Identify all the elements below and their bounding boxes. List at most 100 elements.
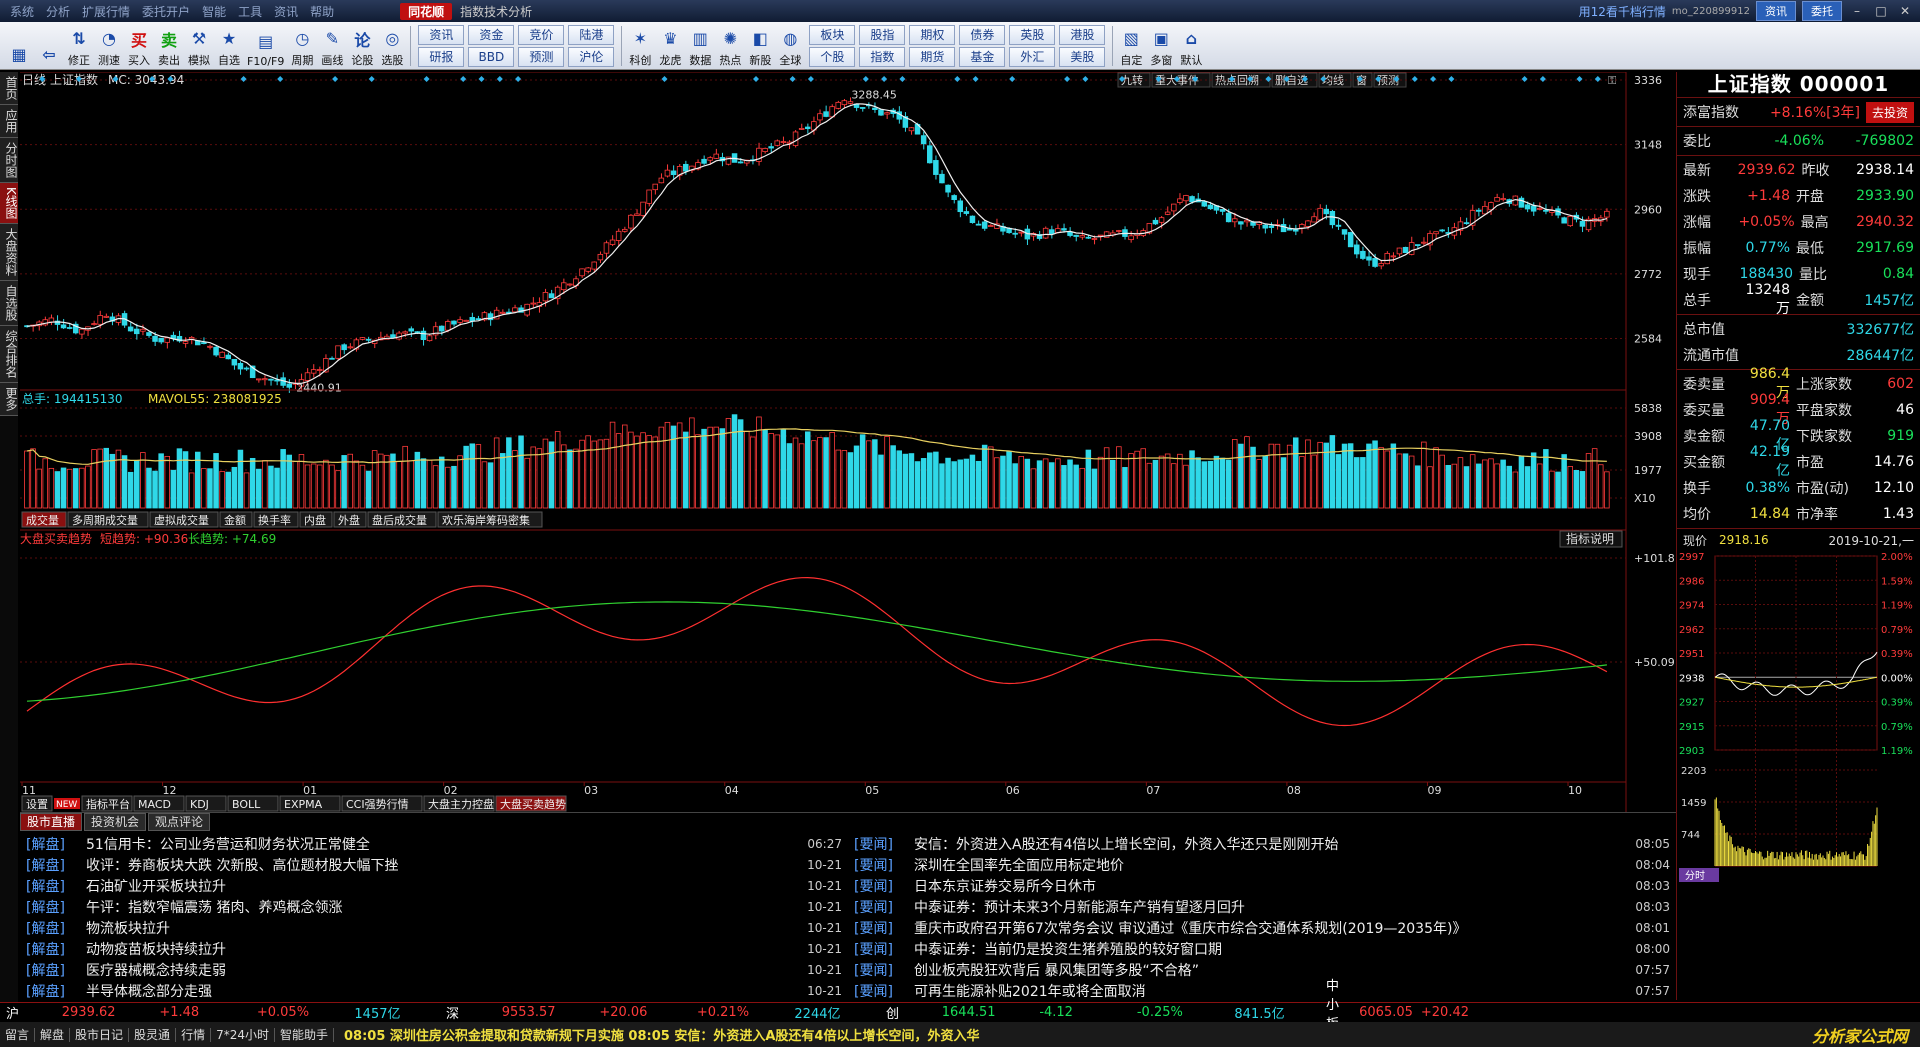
toolbar-button-hammer[interactable]: ⚒ 模拟 — [184, 24, 214, 68]
news-item[interactable]: [要闻] 重庆市政府召开第67次常务会议 审议通过《重庆市综合交通体系规划(201… — [854, 917, 1670, 938]
toolbar-button-back-arrow[interactable]: ⇦ — [34, 24, 64, 68]
minimize-icon[interactable]: – — [1848, 4, 1866, 18]
menu-item[interactable]: 工具 — [232, 3, 268, 20]
news-item[interactable]: [解盘] 午评：指数窄幅震荡 猪肉、养鸡概念领涨 10-21 — [26, 896, 842, 917]
news-tab[interactable]: 投资机会 — [84, 813, 147, 831]
volume-bar — [353, 460, 360, 509]
market-summary[interactable]: 沪 2939.62 +1.48 +0.05% 1457亿 — [0, 1003, 440, 1022]
menu-item[interactable]: 系统 — [4, 3, 40, 20]
menu-item[interactable]: 帮助 — [304, 3, 340, 20]
toolbar-button-updown[interactable]: ⇅ 修正 — [64, 24, 94, 68]
toolbar-button-select[interactable]: ◎ 选股 — [377, 24, 407, 68]
toolbar-button-speed[interactable]: ◔ 测速 — [94, 24, 124, 68]
news-item[interactable]: [解盘] 51信用卡：公司业务营运和财务状况正常健全 06:27 — [26, 833, 842, 854]
toolbar-grid-button[interactable]: 资讯 — [418, 24, 465, 45]
toolbar-grid-button[interactable]: 沪伦 — [568, 46, 615, 67]
news-headline: 深圳在全国率先全面应用标定地价 — [914, 857, 1124, 874]
left-tab[interactable]: 大盘资料 — [0, 223, 18, 281]
toolbar-button-sci[interactable]: ✶ 科创 — [625, 24, 655, 68]
toolbar-grid-button[interactable]: BBD — [468, 46, 515, 67]
bottom-tab[interactable]: 解盘 — [35, 1028, 71, 1042]
toolbar-button-ipo[interactable]: ◧ 新股 — [745, 24, 775, 68]
news-item[interactable]: [要闻] 日本东京证券交易所今日休市 08:03 — [854, 875, 1670, 896]
toolbar-grid-button[interactable]: 基金 — [959, 46, 1006, 67]
toolbar-button-data[interactable]: ▥ 数据 — [685, 24, 715, 68]
news-item[interactable]: [要闻] 深圳在全国率先全面应用标定地价 08:04 — [854, 854, 1670, 875]
left-tab[interactable]: 分时图 — [0, 138, 18, 183]
toolbar-grid-button[interactable]: 板块 — [809, 24, 856, 45]
close-icon[interactable]: ✕ — [1896, 4, 1914, 18]
news-tab[interactable]: 观点评论 — [148, 813, 211, 831]
bottom-tab[interactable]: 股灵通 — [129, 1028, 177, 1042]
toolbar-grid-button[interactable]: 外汇 — [1009, 46, 1056, 67]
market-summary[interactable]: 创 1644.51 -4.12 -0.25% 841.5亿 — [880, 1003, 1320, 1022]
news-item[interactable]: [解盘] 石油矿业开采板块拉升 10-21 — [26, 875, 842, 896]
toolbar-grid-button[interactable]: 预测 — [518, 46, 565, 67]
bottom-tab[interactable]: 行情 — [176, 1028, 212, 1042]
intraday-mini-chart[interactable]: 2997 2.00% 2986 1.59% 2974 1.19% 2962 0.79% 2951… — [1677, 550, 1920, 890]
news-button[interactable]: 资讯 — [1756, 1, 1796, 21]
toolbar-grid-button[interactable]: 期货 — [909, 46, 956, 67]
toolbar-grid-button[interactable]: 资金 — [468, 24, 515, 45]
news-item[interactable]: [解盘] 动物疫苗板块持续拉升 10-21 — [26, 938, 842, 959]
news-item[interactable]: [解盘] 半导体概念部分走强 10-21 — [26, 980, 842, 1001]
news-item[interactable]: [解盘] 收评：券商板块大跌 次新股、高位题材股大幅下挫 10-21 — [26, 854, 842, 875]
toolbar-button-discuss[interactable]: 论论股 — [347, 24, 377, 68]
promo-link[interactable]: 用12看千档行情 — [1579, 3, 1666, 20]
trade-button[interactable]: 委托 — [1802, 1, 1842, 21]
left-tab[interactable]: 应用 — [0, 105, 18, 138]
toolbar-button-grid[interactable]: ▦ — [4, 24, 34, 68]
toolbar-grid-button[interactable]: 个股 — [809, 46, 856, 67]
toolbar-button-buy[interactable]: 买买入 — [124, 24, 154, 68]
toolbar-grid-button[interactable]: 债券 — [959, 24, 1006, 45]
news-ticker[interactable]: 08:05 深圳住房公积金提取和贷款新规下月实施 08:05 安信：外资进入A股… — [344, 1025, 1624, 1044]
toolbar-button-multi-window[interactable]: ▣ 多窗 — [1146, 24, 1176, 68]
toolbar-grid-button[interactable]: 美股 — [1059, 46, 1106, 67]
menu-item[interactable]: 资讯 — [268, 3, 304, 20]
news-item[interactable]: [解盘] 物流板块拉升 10-21 — [26, 917, 842, 938]
bottom-tab[interactable]: 智能助手 — [274, 1028, 334, 1042]
left-tab[interactable]: K线图 — [0, 183, 18, 224]
toolbar-button-star[interactable]: ★ 自选 — [214, 24, 244, 68]
kline-chart[interactable]: 日线 上证指数 MC: 3043.94 九转重大事件热点回溯删自选均线窗预测⚿ … — [20, 72, 1676, 812]
news-item[interactable]: [要闻] 中泰证券：预计未来3个月新能源车产销有望逐月回升 08:03 — [854, 896, 1670, 917]
news-item[interactable]: [要闻] 安信：外资进入A股还有4倍以上增长空间，外资入华还只是刚刚开始 08:05 — [854, 833, 1670, 854]
menu-item[interactable]: 委托开户 — [136, 3, 196, 20]
indicator-explain-button[interactable]: 指标说明 — [1566, 531, 1614, 546]
toolbar-button-dragon[interactable]: ♛ 龙虎 — [655, 24, 685, 68]
bottom-tab[interactable]: 7*24小时 — [211, 1028, 275, 1042]
toolbar-button-sell[interactable]: 卖卖出 — [154, 24, 184, 68]
toolbar-grid-button[interactable]: 股指 — [859, 24, 906, 45]
left-tab[interactable]: 更多 — [0, 382, 18, 416]
news-item[interactable]: [要闻] 中泰证券：当前仍是投资生猪养殖股的较好窗口期 08:00 — [854, 938, 1670, 959]
bottom-tab[interactable]: 股市日记 — [70, 1028, 130, 1042]
left-tab[interactable]: 首页 — [0, 72, 18, 105]
toolbar-button-draw[interactable]: ✎ 画线 — [317, 24, 347, 68]
toolbar-button-hot[interactable]: ✺ 热点 — [715, 24, 745, 68]
toolbar-grid-button[interactable]: 陆港 — [568, 24, 615, 45]
invest-button[interactable]: 去投资 — [1865, 101, 1914, 123]
menu-item[interactable]: 智能 — [196, 3, 232, 20]
toolbar-button-f10[interactable]: ▤ F10/F9 — [244, 24, 287, 68]
menu-item[interactable]: 分析 — [40, 3, 76, 20]
bottom-tab[interactable]: 留言 — [0, 1028, 36, 1042]
market-pct: +0.05% — [256, 1005, 310, 1020]
market-summary[interactable]: 深 9553.57 +20.06 +0.21% 2244亿 — [440, 1003, 880, 1022]
left-tab[interactable]: 综合排名 — [0, 325, 18, 383]
toolbar-button-home[interactable]: ⌂ 默认 — [1176, 24, 1206, 68]
menu-item[interactable]: 扩展行情 — [76, 3, 136, 20]
toolbar-grid-button[interactable]: 研报 — [418, 46, 465, 67]
toolbar-grid-button[interactable]: 港股 — [1059, 24, 1106, 45]
news-item[interactable]: [解盘] 医疗器械概念持续走弱 10-21 — [26, 959, 842, 980]
toolbar-button-cycle[interactable]: ◷ 周期 — [287, 24, 317, 68]
toolbar-button-custom[interactable]: ▧ 自定 — [1116, 24, 1146, 68]
news-tab[interactable]: 股市直播 — [20, 813, 83, 831]
maximize-icon[interactable]: □ — [1872, 4, 1890, 18]
toolbar-grid-button[interactable]: 期权 — [909, 24, 956, 45]
toolbar-grid-button[interactable]: 指数 — [859, 46, 906, 67]
toolbar-grid-button[interactable]: 竞价 — [518, 24, 565, 45]
toolbar-grid-button[interactable]: 英股 — [1009, 24, 1056, 45]
left-tab[interactable]: 自选股 — [0, 280, 18, 326]
intraday-tab[interactable]: 分时 — [1685, 870, 1705, 882]
toolbar-button-globe[interactable]: ◍ 全球 — [775, 24, 805, 68]
